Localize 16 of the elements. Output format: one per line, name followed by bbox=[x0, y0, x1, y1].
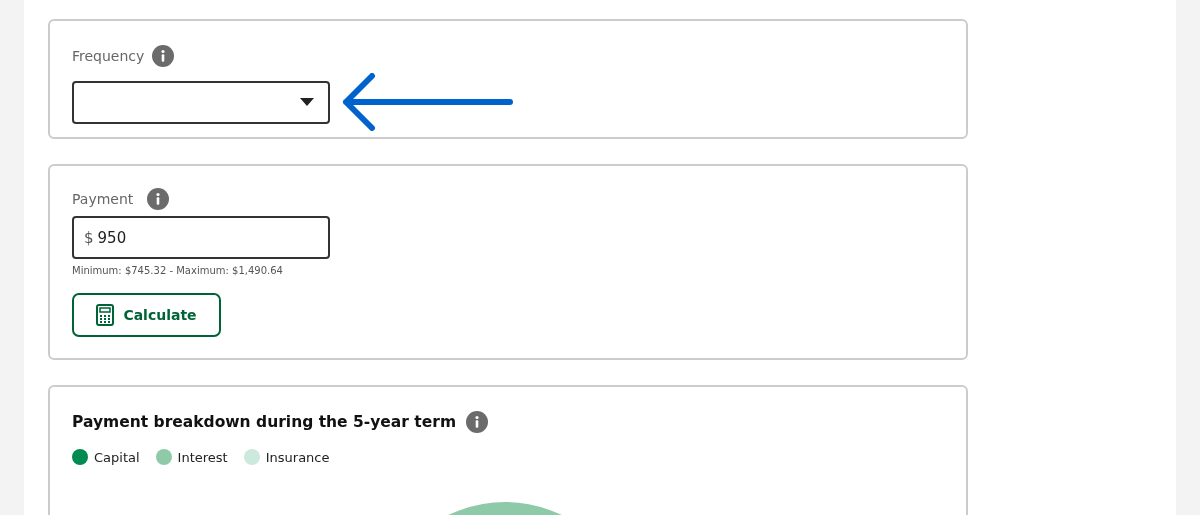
info-icon[interactable] bbox=[466, 411, 489, 433]
legend-label: Capital bbox=[94, 449, 140, 465]
info-icon[interactable] bbox=[147, 188, 170, 210]
field-label: Payment bbox=[72, 191, 134, 207]
payment-field[interactable]: $ 950 bbox=[72, 216, 330, 259]
legend-label: Interest bbox=[177, 449, 228, 465]
arrow-icon bbox=[342, 73, 514, 131]
calculator-icon bbox=[96, 304, 115, 326]
section-title: Payment breakdown during the 5-year term bbox=[72, 413, 457, 431]
info-icon[interactable] bbox=[152, 45, 175, 67]
calculate-button[interactable]: Calculate bbox=[72, 293, 221, 337]
frequency-dropdown[interactable] bbox=[72, 80, 330, 124]
legend-label: Insurance bbox=[265, 449, 330, 465]
field-label: Frequency bbox=[72, 48, 145, 64]
range-hint: Minimum: $745.32 - Maximum: $1,490.64 bbox=[72, 265, 284, 276]
caret-icon bbox=[300, 98, 314, 106]
